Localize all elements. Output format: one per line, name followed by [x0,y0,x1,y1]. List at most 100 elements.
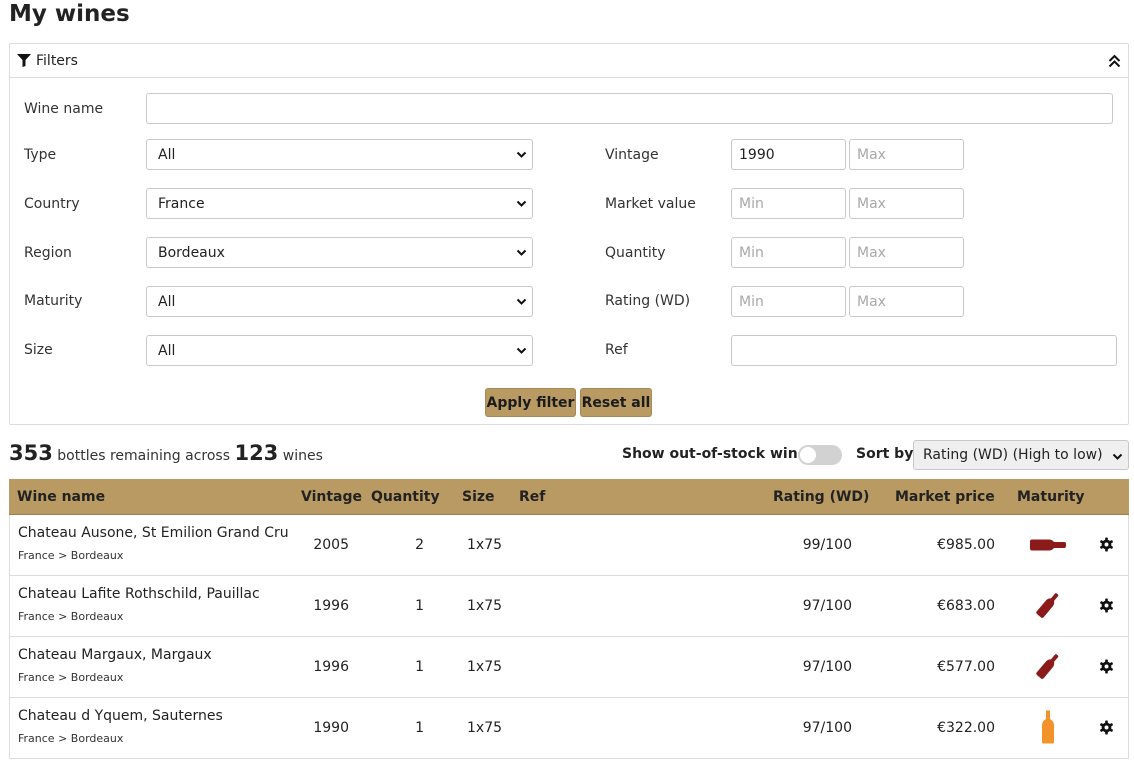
ref-input[interactable] [731,335,1117,366]
col-vintage[interactable]: Vintage [301,489,362,505]
rating-cell: 97/100 [802,598,852,614]
size-select[interactable]: All [146,335,533,366]
table-row[interactable]: Chateau Margaux, Margaux France > Bordea… [9,637,1129,698]
quantity-cell: 1 [415,720,424,736]
vintage-cell: 1996 [313,598,349,614]
vintage-label: Vintage [605,147,659,163]
quantity-max-input[interactable] [849,237,964,268]
country-select[interactable]: France [146,188,533,219]
page-title: My wines [9,1,130,27]
wine-name-input[interactable] [146,93,1113,124]
col-ref[interactable]: Ref [519,489,545,505]
wine-region: France > Bordeaux [18,549,124,562]
region-selected-value: Bordeaux [158,244,225,261]
wine-region: France > Bordeaux [18,732,124,745]
gear-icon[interactable] [1099,537,1115,553]
rating-cell: 97/100 [802,659,852,675]
gear-icon[interactable] [1099,720,1115,736]
price-cell: €322.00 [937,720,995,736]
rating-max-input[interactable] [849,286,964,317]
size-cell: 1x75 [467,537,503,553]
col-rating[interactable]: Rating (WD) [773,489,869,505]
quantity-cell: 1 [415,659,424,675]
wine-name[interactable]: Chateau Ausone, St Emilion Grand Cru [18,525,289,541]
chevron-down-icon [1112,451,1123,462]
price-cell: €985.00 [937,537,995,553]
wine-count: 123 [234,441,279,465]
rating-label: Rating (WD) [605,293,691,309]
country-label: Country [24,196,80,212]
maturity-select[interactable]: All [146,286,533,317]
col-size[interactable]: Size [462,489,495,505]
wine-name[interactable]: Chateau Lafite Rothschild, Pauillac [18,586,260,602]
reset-all-button[interactable]: Reset all [580,388,652,417]
col-maturity[interactable]: Maturity [1017,489,1085,505]
size-cell: 1x75 [467,659,503,675]
table-row[interactable]: Chateau d Yquem, Sauternes France > Bord… [9,698,1129,759]
stock-summary: 353 bottles remaining across 123 wines [9,441,323,465]
table-row[interactable]: Chateau Lafite Rothschild, Pauillac Fran… [9,576,1129,637]
price-cell: €683.00 [937,598,995,614]
bottle-count-text: bottles remaining across [57,448,230,464]
table-header: Wine name Vintage Quantity Size Ref Rati… [9,479,1129,515]
region-select[interactable]: Bordeaux [146,237,533,268]
type-select[interactable]: All [146,139,533,170]
sort-by-label: Sort by [856,446,914,462]
bottle-tilted-icon [1033,651,1063,685]
col-quantity[interactable]: Quantity [371,489,440,505]
filters-header[interactable]: Filters [10,44,1128,78]
wine-region: France > Bordeaux [18,610,124,623]
rating-cell: 99/100 [802,537,852,553]
region-label: Region [24,245,72,261]
bottle-count: 353 [9,441,53,465]
size-cell: 1x75 [467,598,503,614]
wine-region: France > Bordeaux [18,671,124,684]
bottle-upright-icon [1041,710,1055,748]
vintage-min-input[interactable] [731,139,846,170]
filter-icon [17,54,31,67]
vintage-cell: 1996 [313,659,349,675]
type-selected-value: All [158,146,176,163]
ref-label: Ref [605,342,628,358]
table-row[interactable]: Chateau Ausone, St Emilion Grand Cru Fra… [9,515,1129,576]
chevron-down-icon [516,345,527,356]
gear-icon[interactable] [1099,659,1115,675]
wine-name-label: Wine name [24,101,104,117]
out-of-stock-toggle[interactable] [798,445,842,465]
wine-name[interactable]: Chateau Margaux, Margaux [18,647,212,663]
filters-panel: Filters Wine name Type All Country Franc… [9,43,1129,425]
wines-table: Wine name Vintage Quantity Size Ref Rati… [9,479,1129,759]
wine-count-text: wines [282,448,323,464]
vintage-max-input[interactable] [849,139,964,170]
sort-select[interactable]: Rating (WD) (High to low) [913,440,1129,470]
country-selected-value: France [158,195,205,212]
collapse-chevron-up-icon[interactable] [1106,52,1122,70]
col-wine-name[interactable]: Wine name [17,489,105,505]
market-value-min-input[interactable] [731,188,846,219]
rating-cell: 97/100 [802,720,852,736]
gear-icon[interactable] [1099,598,1115,614]
filters-title: Filters [36,52,78,69]
maturity-selected-value: All [158,293,176,310]
price-cell: €577.00 [937,659,995,675]
quantity-cell: 1 [415,598,424,614]
size-label: Size [24,342,53,358]
wine-name[interactable]: Chateau d Yquem, Sauternes [18,708,223,724]
vintage-cell: 2005 [313,537,349,553]
type-label: Type [24,147,57,163]
rating-min-input[interactable] [731,286,846,317]
size-selected-value: All [158,342,176,359]
out-of-stock-label: Show out-of-stock wines [622,446,816,462]
quantity-min-input[interactable] [731,237,846,268]
size-cell: 1x75 [467,720,503,736]
vintage-cell: 1990 [313,720,349,736]
quantity-cell: 2 [415,537,424,553]
bottle-tilted-icon [1033,590,1063,624]
col-market-price[interactable]: Market price [895,489,995,505]
market-value-max-input[interactable] [849,188,964,219]
toggle-knob [800,447,816,463]
market-value-label: Market value [605,196,696,212]
chevron-down-icon [516,247,527,258]
quantity-label: Quantity [605,245,666,261]
apply-filter-button[interactable]: Apply filter [485,388,576,417]
